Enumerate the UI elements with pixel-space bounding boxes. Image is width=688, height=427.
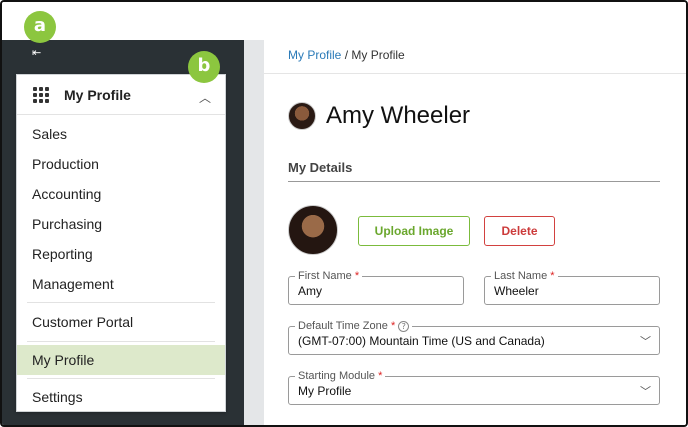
chevron-down-icon: ﹀: [640, 335, 651, 348]
time-zone-select[interactable]: Default Time Zone *? (GMT-07:00) Mountai…: [288, 319, 660, 355]
profile-header: Amy Wheeler: [288, 102, 470, 130]
breadcrumb-link[interactable]: My Profile: [288, 48, 341, 62]
main-content: My Profile / My Profile Amy Wheeler My D…: [264, 40, 686, 425]
menu-divider: [27, 341, 215, 342]
delete-image-button[interactable]: Delete: [484, 216, 555, 246]
top-strip: [2, 2, 686, 40]
module-menu: My Profile ︿ Sales Production Accounting…: [16, 74, 226, 412]
time-zone-label: Default Time Zone *?: [295, 319, 413, 333]
breadcrumb: My Profile / My Profile: [288, 48, 405, 62]
module-menu-header[interactable]: My Profile ︿: [17, 75, 225, 115]
menu-divider: [27, 378, 215, 379]
menu-item-purchasing[interactable]: Purchasing: [17, 209, 225, 239]
module-menu-title: My Profile: [64, 86, 131, 103]
breadcrumb-separator: /: [344, 48, 349, 62]
sidebar-gutter: [244, 40, 264, 425]
header-divider: [264, 73, 686, 74]
menu-item-production[interactable]: Production: [17, 149, 225, 179]
apps-grid-icon: [33, 86, 49, 103]
last-name-value: Wheeler: [494, 284, 539, 298]
menu-item-sales[interactable]: Sales: [17, 119, 225, 149]
first-name-field[interactable]: First Name * Amy: [288, 269, 464, 305]
callout-marker-b: b: [188, 51, 220, 83]
menu-divider: [27, 302, 215, 303]
starting-module-select[interactable]: Starting Module * My Profile ﹀: [288, 369, 660, 405]
chevron-up-icon[interactable]: ︿: [199, 89, 211, 106]
callout-marker-a: a: [24, 11, 56, 43]
avatar-large: [288, 205, 338, 255]
last-name-field[interactable]: Last Name * Wheeler: [484, 269, 660, 305]
menu-item-management[interactable]: Management: [17, 269, 225, 299]
menu-item-settings[interactable]: Settings: [17, 382, 225, 412]
app-window: ⇤ My Profile ︿ Sales Production Accounti…: [0, 0, 688, 427]
time-zone-value: (GMT-07:00) Mountain Time (US and Canada…: [298, 334, 545, 348]
upload-image-button[interactable]: Upload Image: [358, 216, 470, 246]
menu-item-customer-portal[interactable]: Customer Portal: [17, 306, 225, 338]
avatar-small: [288, 102, 316, 130]
menu-item-accounting[interactable]: Accounting: [17, 179, 225, 209]
chevron-down-icon: ﹀: [640, 385, 651, 398]
menu-item-reporting[interactable]: Reporting: [17, 239, 225, 269]
section-divider: [288, 181, 660, 182]
starting-module-label: Starting Module *: [295, 369, 386, 383]
last-name-label: Last Name *: [491, 269, 558, 283]
collapse-sidebar-icon[interactable]: ⇤: [32, 46, 41, 59]
starting-module-value: My Profile: [298, 384, 352, 398]
page-title: Amy Wheeler: [326, 102, 471, 129]
help-icon[interactable]: ?: [398, 321, 410, 332]
breadcrumb-current: My Profile: [351, 48, 405, 62]
first-name-label: First Name *: [295, 269, 363, 283]
menu-item-my-profile[interactable]: My Profile: [17, 345, 225, 375]
section-title: My Details: [288, 160, 353, 175]
first-name-value: Amy: [298, 284, 322, 298]
